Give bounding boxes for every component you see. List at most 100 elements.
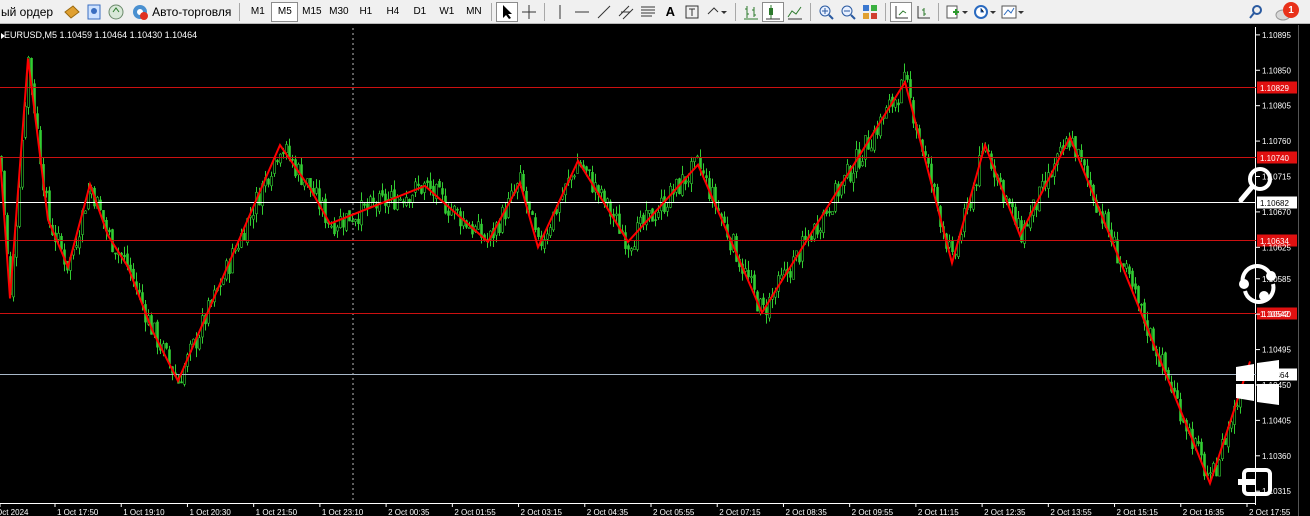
candle-body [381, 190, 384, 196]
document-icon[interactable] [83, 2, 105, 22]
y-tick-label: 1.10850 [1262, 66, 1291, 75]
cursor-icon[interactable] [496, 1, 519, 22]
new-order-button[interactable]: ый ордер [1, 5, 53, 19]
candle-body [639, 216, 642, 224]
separator [885, 2, 887, 21]
vertical-line-icon[interactable] [549, 2, 571, 22]
candle-body [1059, 146, 1062, 152]
x-tick-label: 1 Oct 20:30 [189, 508, 231, 516]
timeframe-m15[interactable]: M15 [298, 2, 325, 22]
candle-body [831, 211, 834, 216]
tablet-overlay-icon[interactable] [1236, 466, 1276, 503]
candle-body [834, 183, 837, 212]
candle-body [267, 178, 270, 185]
y-tick-label: 1.10895 [1262, 31, 1291, 40]
candle-body [237, 247, 240, 251]
candle-body [750, 276, 753, 279]
chart-title: EURUSD,M5 1.10459 1.10464 1.10430 1.1046… [4, 30, 198, 40]
candle-body [417, 183, 420, 186]
timeframe-m30[interactable]: M30 [325, 2, 352, 22]
refresh-overlay-icon[interactable] [1235, 262, 1281, 309]
periods-dropdown-icon[interactable] [971, 2, 999, 22]
channel-icon[interactable] [615, 2, 637, 22]
timeframe-w1[interactable]: W1 [433, 2, 460, 22]
x-tick-label: 1 Oct 19:10 [123, 508, 165, 516]
candle-body [180, 381, 183, 384]
x-tick-label: 2 Oct 00:35 [388, 508, 430, 516]
candle-body [753, 274, 756, 290]
chart-background [0, 25, 1310, 516]
candle-body [687, 180, 690, 183]
candle-body [588, 169, 591, 172]
line-chart-icon[interactable] [784, 2, 806, 22]
zoom-overlay-icon[interactable] [1236, 164, 1276, 209]
horizontal-line-icon[interactable] [571, 2, 593, 22]
candlestick-icon[interactable] [762, 1, 785, 22]
search-icon[interactable] [1245, 2, 1267, 22]
x-tick-label: 2 Oct 05:55 [653, 508, 695, 516]
candle-body [123, 254, 126, 258]
timeframe-m5[interactable]: M5 [271, 1, 299, 22]
candle-body [396, 197, 399, 210]
indicators-dropdown-icon[interactable] [943, 2, 971, 22]
y-tick-label: 1.10805 [1262, 102, 1291, 111]
separator [938, 2, 940, 21]
bar-chart-icon[interactable] [740, 2, 762, 22]
candle-body [351, 220, 354, 222]
candle-body [537, 227, 540, 237]
tile-windows-icon[interactable] [859, 2, 881, 22]
candle-body [369, 196, 372, 207]
candle-body [384, 193, 387, 206]
candle-body [1026, 224, 1029, 227]
windows-overlay-icon[interactable] [1236, 360, 1280, 411]
candle-body [705, 175, 708, 179]
arrows-dropdown-icon[interactable] [703, 2, 731, 22]
candle-body [927, 157, 930, 164]
notifications-button[interactable]: 1 [1273, 0, 1301, 24]
autotrading-button[interactable]: Авто-торговля [127, 2, 235, 22]
notification-count: 1 [1288, 4, 1294, 16]
zoom-out-icon[interactable] [837, 2, 859, 22]
candle-body [900, 79, 903, 104]
candle-body [99, 199, 102, 211]
candle-body [858, 149, 861, 168]
timeframe-d1[interactable]: D1 [406, 2, 433, 22]
candle-body [762, 297, 765, 305]
candle-body [1125, 263, 1128, 269]
trendline-icon[interactable] [593, 2, 615, 22]
fibonacci-icon[interactable] [637, 2, 659, 22]
timeframe-h4[interactable]: H4 [379, 2, 406, 22]
timeframe-m1[interactable]: M1 [244, 2, 271, 22]
zoom-in-icon[interactable] [815, 2, 837, 22]
candle-body [648, 210, 651, 214]
candle-body [78, 236, 81, 249]
candle-body [1140, 303, 1143, 306]
candle-body [60, 235, 63, 250]
history-icon[interactable] [61, 2, 83, 22]
chart-shift-icon[interactable] [912, 2, 934, 22]
crosshair-icon[interactable] [518, 2, 540, 22]
candle-body [411, 194, 414, 203]
price-chart[interactable]: 1.108291.107401.106821.106341.105421.104… [0, 25, 1310, 516]
candle-body [897, 102, 900, 106]
level-price-label: 1.10740 [1260, 154, 1289, 163]
candle-body [45, 190, 48, 194]
candle-body [852, 172, 855, 183]
templates-dropdown-icon[interactable] [999, 2, 1027, 22]
text-tool[interactable]: A [659, 2, 681, 22]
candle-body [426, 180, 429, 183]
candle-body [819, 230, 822, 233]
candle-body [549, 227, 552, 236]
text-label-icon[interactable] [681, 2, 703, 22]
x-tick-label: 2 Oct 16:35 [1183, 508, 1225, 516]
auto-scroll-icon[interactable] [890, 1, 913, 22]
candle-body [447, 210, 450, 216]
candle-body [696, 155, 699, 158]
candle-body [522, 174, 525, 191]
x-tick-label: 2 Oct 11:15 [918, 508, 959, 516]
signals-icon[interactable] [105, 2, 127, 22]
y-tick-label: 1.10495 [1262, 346, 1291, 355]
candle-body [477, 221, 480, 230]
timeframe-h1[interactable]: H1 [352, 2, 379, 22]
timeframe-mn[interactable]: MN [460, 2, 487, 22]
